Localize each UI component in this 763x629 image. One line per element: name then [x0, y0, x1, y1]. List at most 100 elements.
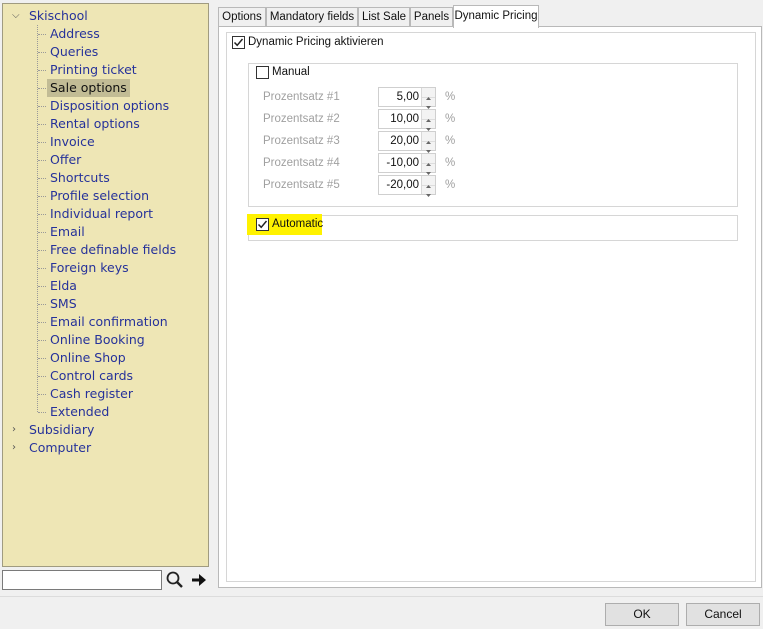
ok-button[interactable]: OK — [605, 603, 679, 626]
tree-item[interactable]: Individual report — [47, 205, 156, 223]
spin-buttons — [421, 176, 435, 197]
percentage-spinbox[interactable]: 5,00 — [378, 87, 436, 109]
tree-guide-line — [38, 142, 46, 143]
tree-guide-line — [38, 304, 46, 305]
panel-frame: Dynamic Pricing aktivieren Manual Prozen… — [226, 32, 756, 582]
tab-panels[interactable]: Panels — [410, 7, 453, 26]
tree-guide-line — [38, 52, 46, 53]
percentage-spinbox[interactable]: 20,00 — [378, 131, 436, 153]
tree-guide-line — [38, 340, 46, 341]
percent-unit: % — [445, 91, 456, 103]
automatic-label: Automatic — [272, 218, 324, 230]
tree-guide-line — [38, 34, 46, 35]
manual-label: Manual — [272, 66, 310, 78]
tree-item[interactable]: Control cards — [47, 367, 136, 385]
tree-guide-line — [38, 232, 46, 233]
spin-down-icon[interactable] — [422, 141, 435, 153]
tree-item[interactable]: Cash register — [47, 385, 136, 403]
tree-guide-line — [38, 88, 46, 89]
percentage-spinbox[interactable]: -10,00 — [378, 153, 436, 175]
tree-item[interactable]: Elda — [47, 277, 80, 295]
tree-guide-line — [38, 160, 46, 161]
tree-item[interactable]: Disposition options — [47, 97, 172, 115]
tree-guide-line — [38, 250, 46, 251]
tree-root-skischool[interactable]: Skischool — [29, 7, 88, 25]
tree-guide-line — [38, 106, 46, 107]
tree-item[interactable]: Address — [47, 25, 103, 43]
arrow-right-icon[interactable] — [190, 570, 208, 590]
dynamic-pricing-activate-checkbox[interactable] — [232, 36, 245, 49]
expand-chevron-right-icon[interactable]: › — [12, 439, 16, 457]
tab-dynamic-pricing[interactable]: Dynamic Pricing — [453, 5, 539, 28]
magnifier-icon[interactable] — [165, 570, 185, 590]
tree-guide-line — [38, 394, 46, 395]
expand-chevron-right-icon[interactable]: › — [12, 421, 16, 439]
percent-unit: % — [445, 135, 456, 147]
dynamic-pricing-activate-label: Dynamic Pricing aktivieren — [248, 36, 384, 48]
tree-guide-line — [37, 25, 38, 412]
percentage-spinbox[interactable]: -20,00 — [378, 175, 436, 197]
automatic-group: Automatic — [247, 214, 738, 241]
tree-guide-line — [38, 376, 46, 377]
tree-item[interactable]: Foreign keys — [47, 259, 132, 277]
tree-guide-line — [38, 178, 46, 179]
cancel-button[interactable]: Cancel — [686, 603, 760, 626]
spin-down-icon[interactable] — [422, 185, 435, 197]
tree-item[interactable]: Rental options — [47, 115, 143, 133]
tree-root-computer[interactable]: Computer — [29, 439, 91, 457]
manual-checkbox[interactable] — [256, 66, 269, 79]
percentage-label: Prozentsatz #1 — [263, 91, 340, 103]
percent-unit: % — [445, 113, 456, 125]
percent-unit: % — [445, 157, 456, 169]
dynamic-pricing-panel: Dynamic Pricing aktivieren Manual Prozen… — [218, 26, 762, 588]
bottom-separator — [0, 596, 763, 597]
tree-item[interactable]: Online Shop — [47, 349, 129, 367]
percentage-value: -10,00 — [386, 157, 419, 169]
tree-guide-line — [38, 322, 46, 323]
spin-buttons — [421, 88, 435, 109]
tree-item[interactable]: Sale options — [47, 79, 130, 97]
tree-guide-line — [38, 286, 46, 287]
spin-down-icon[interactable] — [422, 119, 435, 131]
tree-item[interactable]: Offer — [47, 151, 84, 169]
manual-group: Manual Prozentsatz #1 5,00 % Prozentsatz… — [248, 63, 738, 207]
tree-search-input[interactable] — [2, 570, 162, 590]
percent-unit: % — [445, 179, 456, 191]
tree-item[interactable]: Email confirmation — [47, 313, 171, 331]
percentage-value: -20,00 — [386, 179, 419, 191]
percentage-value: 10,00 — [390, 113, 419, 125]
tree-guide-line — [38, 196, 46, 197]
spin-buttons — [421, 154, 435, 175]
tab-mandatory-fields[interactable]: Mandatory fields — [266, 7, 358, 26]
settings-tree[interactable]: ⌵ Skischool Address Queries Printing ticke… — [2, 3, 209, 567]
tree-item[interactable]: Email — [47, 223, 88, 241]
tab-options[interactable]: Options — [218, 7, 266, 26]
tree-item[interactable]: Free definable fields — [47, 241, 179, 259]
tree-item[interactable]: Online Booking — [47, 331, 148, 349]
percentage-value: 20,00 — [390, 135, 419, 147]
percentage-label: Prozentsatz #2 — [263, 113, 340, 125]
tree-item[interactable]: SMS — [47, 295, 80, 313]
tree-guide-line — [38, 214, 46, 215]
tree-guide-line — [38, 412, 46, 413]
percentage-value: 5,00 — [396, 91, 419, 103]
tree-item[interactable]: Invoice — [47, 133, 98, 151]
spin-buttons — [421, 110, 435, 131]
tree-item[interactable]: Printing ticket — [47, 61, 140, 79]
expand-chevron-down-icon[interactable]: ⌵ — [12, 7, 20, 25]
spin-down-icon[interactable] — [422, 97, 435, 109]
spin-down-icon[interactable] — [422, 163, 435, 175]
tree-item[interactable]: Shortcuts — [47, 169, 113, 187]
percentage-label: Prozentsatz #3 — [263, 135, 340, 147]
percentage-label: Prozentsatz #4 — [263, 157, 340, 169]
tree-item[interactable]: Extended — [47, 403, 112, 421]
tree-root-subsidiary[interactable]: Subsidiary — [29, 421, 94, 439]
tab-list-sale[interactable]: List Sale — [358, 7, 410, 26]
tree-item[interactable]: Queries — [47, 43, 101, 61]
tree-guide-line — [38, 358, 46, 359]
tree-guide-line — [38, 268, 46, 269]
percentage-spinbox[interactable]: 10,00 — [378, 109, 436, 131]
automatic-checkbox[interactable] — [256, 218, 269, 231]
spin-buttons — [421, 132, 435, 153]
tree-item[interactable]: Profile selection — [47, 187, 152, 205]
